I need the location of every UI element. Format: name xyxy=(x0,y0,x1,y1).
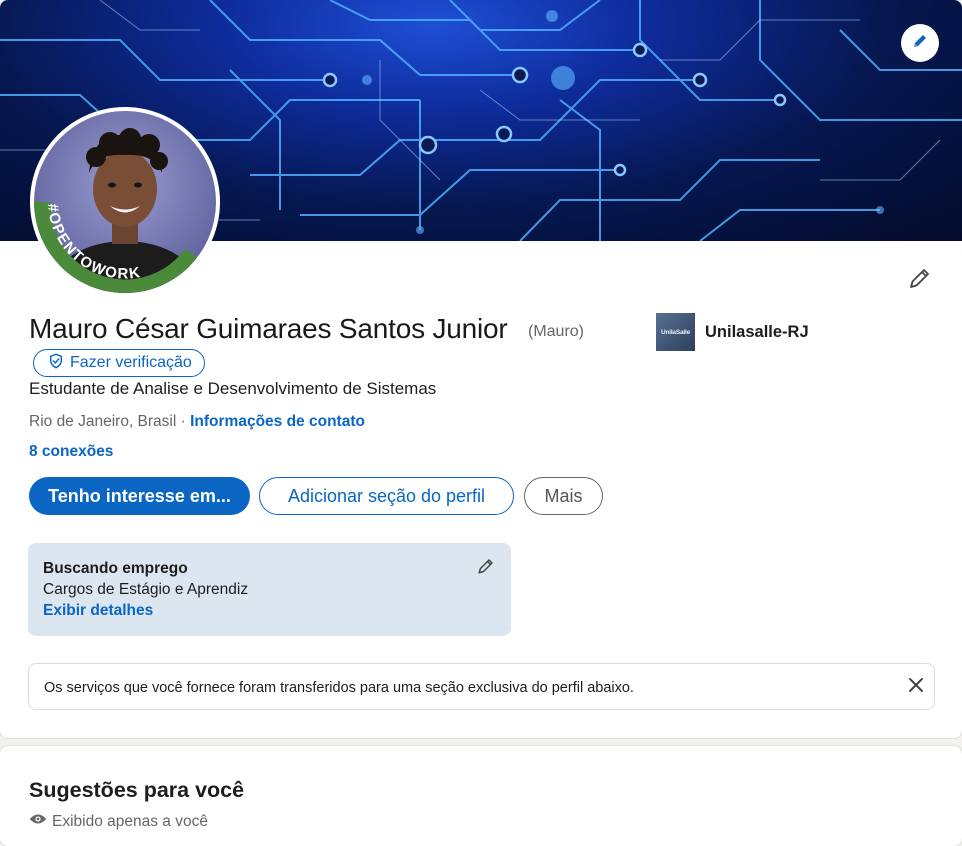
more-button[interactable]: Mais xyxy=(524,477,603,515)
suggestions-visibility: Exibido apenas a você xyxy=(29,812,208,831)
shield-check-icon xyxy=(48,353,64,374)
banner-edit-button[interactable] xyxy=(901,24,939,62)
open-to-button[interactable]: Tenho interesse em... xyxy=(29,477,250,515)
close-icon xyxy=(908,677,924,698)
suggestions-title: Sugestões para você xyxy=(29,778,245,802)
education-item[interactable]: UnilaSalle Unilasalle-RJ xyxy=(656,313,809,351)
pencil-icon xyxy=(908,266,932,295)
open-to-work-card: Buscando emprego Cargos de Estágio e Apr… xyxy=(28,543,511,636)
contact-info-link[interactable]: Informações de contato xyxy=(190,413,365,430)
open-to-work-edit-button[interactable] xyxy=(474,556,498,580)
profile-name: Mauro César Guimaraes Santos Junior xyxy=(29,313,508,344)
profile-location: Rio de Janeiro, Brasil xyxy=(29,413,177,430)
profile-nickname: (Mauro) xyxy=(528,323,585,340)
open-to-work-title: Buscando emprego xyxy=(43,560,188,577)
open-to-work-roles: Cargos de Estágio e Aprendiz xyxy=(43,581,249,598)
suggestions-card: Sugestões para você Exibido apenas a voc… xyxy=(0,746,962,846)
school-name: Unilasalle-RJ xyxy=(705,322,809,341)
services-notice: Os serviços que você fornece foram trans… xyxy=(28,663,935,710)
location-separator: · xyxy=(176,413,191,430)
profile-edit-button[interactable] xyxy=(904,264,936,296)
profile-avatar[interactable]: #OPENTOWORK xyxy=(30,107,220,297)
profile-card: #OPENTOWORK Mauro César Guimaraes Santos… xyxy=(0,0,962,738)
pencil-icon xyxy=(477,557,495,580)
verify-button[interactable]: Fazer verificação xyxy=(33,349,205,377)
pencil-icon xyxy=(911,32,929,55)
profile-location-line: Rio de Janeiro, Brasil · Informações de … xyxy=(29,413,365,431)
school-logo: UnilaSalle xyxy=(656,313,695,351)
avatar-photo: #OPENTOWORK xyxy=(34,111,216,293)
profile-headline: Estudante de Analise e Desenvolvimento d… xyxy=(29,379,437,398)
notice-close-button[interactable] xyxy=(903,674,929,700)
add-profile-section-button[interactable]: Adicionar seção do perfil xyxy=(259,477,514,515)
view-details-link[interactable]: Exibir detalhes xyxy=(43,602,153,620)
visibility-label: Exibido apenas a você xyxy=(52,812,208,830)
eye-icon xyxy=(29,812,47,831)
verify-label: Fazer verificação xyxy=(70,354,192,371)
open-to-work-frame: #OPENTOWORK xyxy=(34,201,203,293)
connections-link[interactable]: 8 conexões xyxy=(29,443,113,461)
notice-text: Os serviços que você fornece foram trans… xyxy=(44,680,634,696)
